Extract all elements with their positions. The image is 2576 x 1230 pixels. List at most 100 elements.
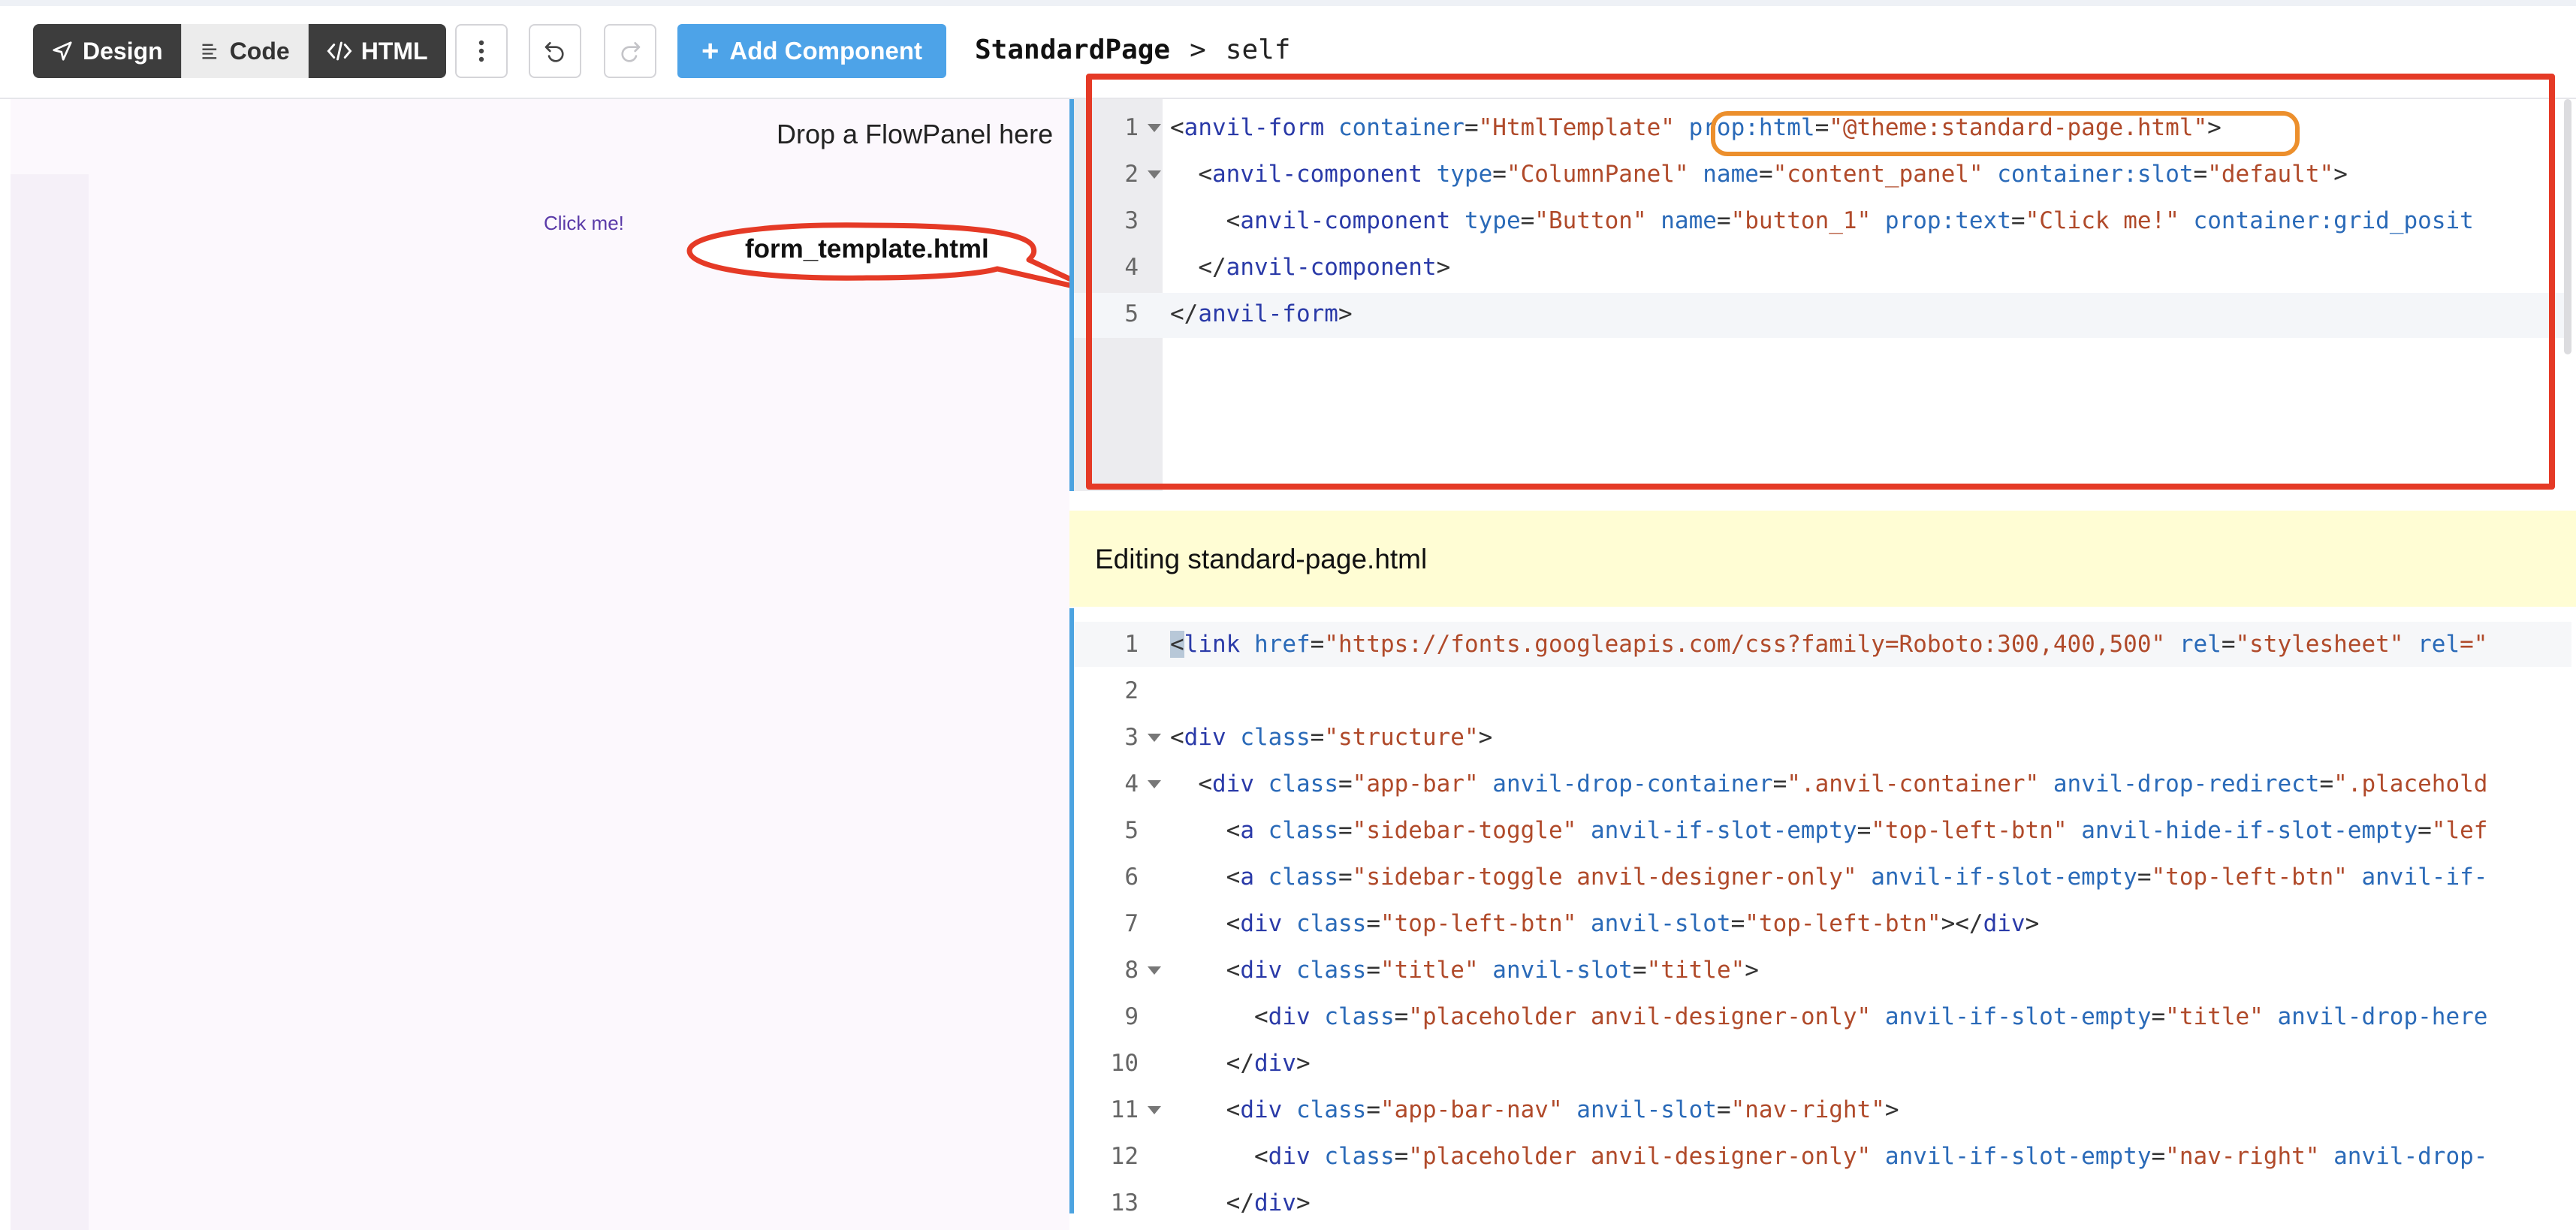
code-token: = — [1758, 161, 1773, 188]
code-token: < — [1253, 1143, 1268, 1170]
redo-icon — [621, 42, 641, 62]
code-token: div — [1253, 1050, 1296, 1077]
code-token: = — [1730, 910, 1745, 937]
code-token: class — [1254, 864, 1338, 891]
code-token: > — [1338, 300, 1353, 327]
callout-bubble: form_template.html — [676, 213, 1099, 307]
code-token: "top-left-btn" — [2151, 864, 2348, 891]
fold-arrow-icon[interactable] — [1148, 780, 1161, 788]
fold-arrow-icon[interactable] — [1148, 170, 1161, 179]
code-token: = — [2193, 161, 2208, 188]
drop-flowpanel-placeholder[interactable]: Drop a FlowPanel here — [777, 119, 1053, 150]
form-html-editor[interactable]: 12345 < anvil-form container = "HtmlTemplat… — [1069, 99, 2576, 491]
code-token: anvil-drop-container — [1478, 770, 1773, 797]
click-me-button[interactable]: Click me! — [544, 212, 624, 235]
code-token: prop:text — [1871, 207, 2011, 234]
add-component-button[interactable]: + Add Component — [677, 24, 946, 78]
editor-scrollbar[interactable] — [2564, 99, 2571, 354]
code-line[interactable]: < a class = "sidebar-toggle anvil-designer-… — [1170, 855, 2488, 900]
code-token: "https://fonts.googleapis.com/css?family… — [1324, 631, 2166, 658]
code-token: ></ — [1941, 910, 1983, 937]
view-mode-switcher: Design Code HTML — [33, 24, 446, 78]
code-token: rel — [2165, 631, 2222, 658]
code-token: "top-left-btn" — [1745, 910, 1941, 937]
code-token: = — [1394, 1003, 1409, 1030]
code-token: = — [2418, 817, 2432, 844]
code-token: class — [1310, 1143, 1395, 1170]
code-token: anvil-drop-redirect — [2039, 770, 2320, 797]
template-html-editor[interactable]: 1 2 3 4 5 6 7 8 9 10 11 12 13 < link href = "https://fo… — [1069, 608, 2576, 1213]
code-line[interactable]: < a class = "sidebar-toggle" anvil-if-slot-… — [1170, 808, 2488, 853]
code-line[interactable]: < div class = "placeholder anvil-designer-o… — [1170, 994, 2487, 1039]
code-token: anvil-if-slot-empty — [1576, 817, 1857, 844]
code-token: > — [2333, 161, 2348, 188]
code-line[interactable]: </anvil-component > — [1170, 245, 1450, 290]
code-token: anvil-drop- — [2319, 1143, 2488, 1170]
more-options-button[interactable] — [455, 24, 508, 78]
fold-arrow-icon[interactable] — [1148, 124, 1161, 132]
breadcrumb-form-name[interactable]: StandardPage — [975, 35, 1170, 65]
breadcrumb-separator: > — [1190, 35, 1206, 65]
fold-arrow-icon[interactable] — [1148, 734, 1161, 742]
code-token: anvil-if- — [2347, 864, 2488, 891]
code-token: < — [1226, 957, 1241, 984]
code-line[interactable]: </div > — [1170, 1180, 1311, 1213]
html-view-label: HTML — [360, 37, 428, 65]
code-token: > — [1296, 1050, 1311, 1077]
code-token: = — [1338, 770, 1353, 797]
code-token: "sidebar-toggle" — [1352, 817, 1577, 844]
code-token: = — [1520, 207, 1535, 234]
editing-template-banner: Editing standard-page.html — [1069, 511, 2576, 607]
code-token: = — [1338, 817, 1353, 844]
code-token: = — [1366, 1096, 1380, 1123]
code-token: div — [1268, 1003, 1311, 1030]
code-token: "nav-right" — [1730, 1096, 1885, 1123]
code-token: "title" — [1380, 957, 1479, 984]
breadcrumb-self[interactable]: self — [1226, 35, 1291, 65]
code-token: "stylesheet" — [2235, 631, 2404, 658]
top-edge — [0, 0, 2576, 6]
code-line[interactable]: < div class = "app-bar" anvil-drop-containe… — [1170, 761, 2487, 806]
code-token: anvil-if-slot-empty — [1871, 1003, 2152, 1030]
code-token: anvil-slot — [1576, 910, 1731, 937]
line-number: 7 — [1124, 910, 1139, 937]
fold-arrow-icon[interactable] — [1148, 1106, 1161, 1114]
code-token: > — [2025, 910, 2040, 937]
design-view-button[interactable]: Design — [33, 24, 181, 78]
code-line[interactable]: < div class = "top-left-btn" anvil-slot = "to… — [1170, 901, 2040, 946]
redo-button[interactable] — [604, 24, 656, 78]
code-line[interactable]: < anvil-component type = "Button" name = "but… — [1170, 198, 2474, 243]
design-view-label: Design — [83, 37, 163, 65]
code-token: "placeholder anvil-designer-only" — [1408, 1003, 1872, 1030]
code-token: "default" — [2207, 161, 2334, 188]
code-line[interactable]: < div class = "structure" > — [1170, 715, 1492, 760]
undo-button[interactable] — [529, 24, 581, 78]
line-number: 3 — [1124, 207, 1139, 234]
code-token: < — [1226, 910, 1241, 937]
code-token: type — [1450, 207, 1521, 234]
code-line[interactable]: < link href = "https://fonts.googleapis.com… — [1170, 622, 2487, 667]
html-view-button[interactable]: HTML — [308, 24, 446, 78]
code-line[interactable]: < div class = "app-bar-nav" anvil-slot = "nav… — [1170, 1087, 1899, 1132]
code-token: anvil-slot — [1478, 957, 1633, 984]
code-line[interactable]: < div class = "title" anvil-slot = "title" > — [1170, 948, 1759, 993]
code-token: "placeholder anvil-designer-only" — [1408, 1143, 1872, 1170]
code-line[interactable]: < div class = "placeholder anvil-designer-o… — [1170, 1134, 2487, 1179]
fold-arrow-icon[interactable] — [1148, 966, 1161, 975]
code-token: < — [1198, 770, 1212, 797]
code-line[interactable]: </anvil-form > — [1170, 291, 1353, 336]
code-token: =" — [2460, 631, 2488, 658]
code-token: = — [1857, 817, 1872, 844]
code-line[interactable]: </div > — [1170, 1041, 1311, 1086]
code-token: type — [1422, 161, 1493, 188]
code-token: "ColumnPanel" — [1506, 161, 1689, 188]
code-token: = — [2151, 1143, 2166, 1170]
code-token: class — [1282, 1096, 1367, 1123]
code-line[interactable]: < anvil-component type = "ColumnPanel" name… — [1170, 152, 2348, 197]
code-view-button[interactable]: Code — [180, 24, 309, 78]
